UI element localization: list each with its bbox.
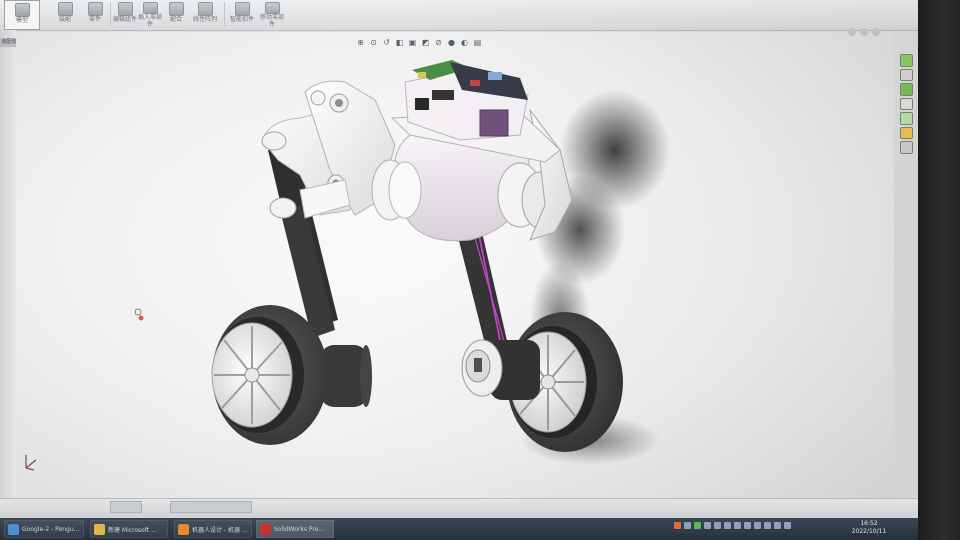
left-wheel: [211, 305, 372, 445]
solidworks-window: 模型 装配 零件 编辑组件 插入零部件 配合 线性阵列 智能扣件 移动零部件 装…: [0, 0, 918, 540]
taskbar-item-label: 新建 Microsoft ...: [108, 526, 157, 534]
taskbar-item-label: Google-2 - Pengu...: [22, 525, 80, 533]
notification-icon[interactable]: [684, 522, 691, 529]
folder-icon: [94, 523, 105, 535]
taskbar-item-label: 机器人设计 - 机器 ...: [192, 526, 248, 534]
taskbar-item[interactable]: 新建 Microsoft ...: [90, 520, 168, 538]
volume-icon[interactable]: [774, 522, 781, 529]
taskbar-item[interactable]: 机器人设计 - 机器 ...: [174, 520, 252, 538]
tray-app-icon[interactable]: [704, 522, 711, 529]
clock-date: 2022/10/11: [851, 528, 887, 535]
solidworks-icon: [260, 523, 271, 535]
tray-app-icon[interactable]: [694, 522, 701, 529]
tray-app-icon[interactable]: [754, 522, 761, 529]
tray-app-icon[interactable]: [674, 522, 681, 529]
app-icon: [178, 523, 189, 535]
origin-marker: [134, 308, 144, 321]
windows-taskbar: Google-2 - Pengu... 新建 Microsoft ... 机器人…: [0, 518, 918, 540]
system-tray: [674, 522, 791, 529]
taskbar-item-label: SolidWorks Pre...: [274, 525, 325, 533]
input-method-icon[interactable]: [784, 522, 791, 529]
tray-app-icon[interactable]: [734, 522, 741, 529]
taskbar-item-solidworks[interactable]: SolidWorks Pre...: [256, 520, 334, 538]
taskbar-clock[interactable]: 16:52 2022/10/11: [845, 520, 893, 536]
model-tab[interactable]: [110, 501, 142, 513]
robot-assembly-model[interactable]: [0, 0, 918, 520]
tray-app-icon[interactable]: [714, 522, 721, 529]
tray-app-icon[interactable]: [744, 522, 751, 529]
motion-study-tab[interactable]: [170, 501, 252, 513]
taskbar-item[interactable]: Google-2 - Pengu...: [4, 520, 84, 538]
browser-icon: [8, 523, 19, 535]
clock-time: 16:52: [860, 520, 878, 527]
bottom-tabs-bar: [0, 498, 918, 519]
coordinate-triad: [25, 455, 37, 471]
tray-app-icon[interactable]: [724, 522, 731, 529]
monitor-bezel: [918, 0, 960, 540]
network-icon[interactable]: [764, 522, 771, 529]
